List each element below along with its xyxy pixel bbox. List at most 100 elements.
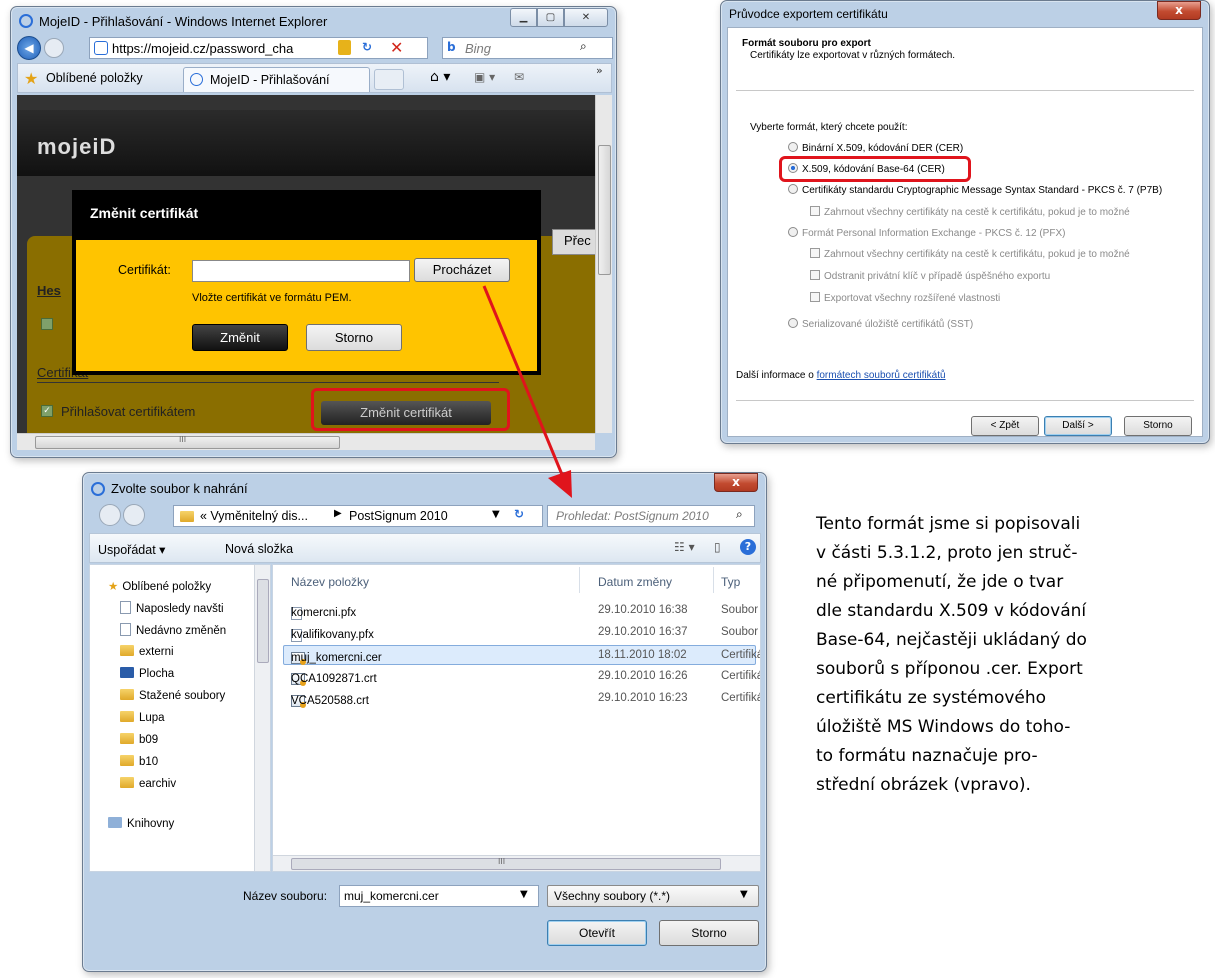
cert-input[interactable] [192, 260, 410, 282]
file-list-hscrollbar[interactable]: III [273, 855, 760, 871]
favorites-button[interactable]: Oblíbené položky [46, 71, 143, 85]
breadcrumb-separator-icon: ▶ [334, 508, 342, 519]
more-info-prefix: Další informace o [736, 370, 817, 381]
filename-input[interactable]: muj_komercni.cer ▼ [339, 885, 539, 907]
col-header-name[interactable]: Název položky [291, 575, 369, 589]
home-icon[interactable]: ⌂ ▾ [430, 69, 450, 85]
nav-scrollbar[interactable] [254, 565, 270, 871]
col-header-type[interactable]: Typ [721, 575, 740, 589]
forward-button[interactable] [44, 38, 64, 58]
new-tab[interactable] [374, 69, 404, 90]
folder-icon [120, 711, 134, 722]
checkbox-icon [810, 270, 820, 280]
more-chevron-icon[interactable]: » [596, 64, 603, 77]
file-date: 18.11.2010 18:02 [598, 649, 687, 661]
nav-item-b10[interactable]: b10 [120, 755, 158, 768]
dialog-toolbar: Uspořádat ▾ Nová složka ☷ ▾ ▯ ? [89, 533, 761, 563]
close-button[interactable]: ✕ [564, 8, 608, 27]
more-info-link[interactable]: formátech souborů certifikátů [817, 370, 946, 381]
organize-button[interactable]: Uspořádat ▾ [98, 542, 165, 557]
hscroll-thumb[interactable] [291, 858, 721, 870]
dialog-back-button[interactable] [99, 504, 121, 526]
breadcrumb-item-current[interactable]: PostSignum 2010 [349, 509, 448, 523]
search-icon[interactable]: ⌕ [580, 39, 587, 54]
nav-item-earchiv[interactable]: earchiv [120, 777, 176, 790]
search-icon[interactable]: ⌕ [736, 507, 743, 522]
back-button[interactable]: < Zpět [971, 416, 1039, 436]
nav-label: Stažené soubory [139, 690, 226, 702]
col-header-date[interactable]: Datum změny [598, 575, 672, 589]
file-type: Certifikát [721, 692, 760, 704]
text-line: Base-64, nejčastěji ukládaný do [816, 630, 1087, 650]
nav-item-desktop[interactable]: Plocha [120, 667, 174, 680]
nav-item-externi[interactable]: externi [120, 645, 174, 658]
address-bar[interactable]: https://mojeid.cz/password_cha ↻ ✕ [89, 37, 428, 59]
checkbox-icon [810, 248, 820, 258]
file-name: komercni.pfx [291, 607, 357, 619]
text-line: souborů s příponou .cer. Export [816, 659, 1083, 679]
back-button[interactable]: ◀ [17, 36, 41, 60]
nav-item-recently-changed[interactable]: Nedávno změněn [120, 623, 226, 637]
export-wizard-window: Průvodce exportem certifikátu x Formát s… [720, 0, 1210, 444]
vertical-scrollbar[interactable] [595, 95, 612, 433]
dialog-forward-button[interactable] [123, 504, 145, 526]
preview-pane-icon[interactable]: ▯ [714, 540, 721, 554]
cert-hint: Vložte certifikát ve formátu PEM. [192, 292, 352, 304]
folder-icon [120, 645, 134, 656]
open-button[interactable]: Otevřít [547, 920, 647, 946]
nav-item-recent[interactable]: Naposledy navšti [120, 601, 224, 615]
view-icon[interactable]: ☷ ▾ [674, 540, 695, 554]
active-tab[interactable]: MojeID - Přihlašování [183, 67, 370, 92]
maximize-button[interactable]: ▢ [537, 8, 564, 27]
mail-icon[interactable]: ✉ [514, 70, 524, 84]
text-line: certifikátu ze systémového [816, 688, 1047, 708]
hscroll-thumb[interactable] [35, 436, 340, 449]
new-folder-button[interactable]: Nová složka [225, 542, 293, 556]
radio-p7b[interactable]: Certifikáty standardu Cryptographic Mess… [788, 184, 1162, 196]
dialog-cancel-button[interactable]: Storno [659, 920, 759, 946]
horizontal-scrollbar[interactable]: III [17, 433, 595, 450]
star-icon: ★ [108, 581, 119, 593]
desktop-icon [120, 667, 134, 678]
nav-item-lupa[interactable]: Lupa [120, 711, 165, 724]
login-cert-checkbox[interactable]: ✓ [41, 405, 53, 417]
file-row[interactable]: kvalifikovany.pfx 29.10.2010 16:37 Soubor … [273, 623, 760, 643]
file-type: Certifikát [721, 670, 760, 682]
file-date: 29.10.2010 16:23 [598, 692, 688, 704]
nav-scroll-thumb[interactable] [257, 579, 269, 663]
text-line: né připomenutí, že jde o tvar [816, 572, 1064, 592]
help-icon[interactable]: ? [740, 539, 756, 555]
text-line: v části 5.3.1.2, proto jen struč- [816, 543, 1078, 563]
wizard-cancel-button[interactable]: Storno [1124, 416, 1192, 436]
browse-button[interactable]: Procházet [414, 258, 510, 282]
chevron-down-icon[interactable]: ▼ [520, 889, 528, 900]
wizard-close-button[interactable]: x [1157, 1, 1201, 20]
refresh-icon[interactable]: ↻ [514, 507, 524, 521]
nav-item-b09[interactable]: b09 [120, 733, 158, 746]
nav-item-libraries[interactable]: Knihovny [108, 817, 174, 830]
breadcrumb-item-removable[interactable]: « Vyměnitelný dis... [200, 509, 308, 523]
search-box[interactable]: b Bing ⌕ [442, 37, 613, 59]
cert-label: Certifikát: [118, 263, 171, 277]
breadcrumb-dropdown-icon[interactable]: ▼ [492, 509, 500, 520]
file-row[interactable]: VCA520588.crt 29.10.2010 16:23 Certifikát [273, 689, 760, 709]
file-row[interactable]: QCA1092871.crt 29.10.2010 16:26 Certifikát [273, 667, 760, 687]
nav-item-favorites[interactable]: ★ Oblíbené položky [108, 579, 211, 593]
breadcrumb[interactable]: « Vyměnitelný dis... ▶ PostSignum 2010 ▼… [173, 505, 543, 527]
next-button[interactable]: Další > [1044, 416, 1112, 436]
stop-icon[interactable]: ✕ [390, 38, 403, 57]
file-type-filter[interactable]: Všechny soubory (*.*) ▼ [547, 885, 759, 907]
scroll-thumb[interactable] [598, 145, 611, 275]
file-row[interactable]: komercni.pfx 29.10.2010 16:38 Soubor PF [273, 601, 760, 621]
nav-item-downloads[interactable]: Stažené soubory [120, 689, 225, 702]
file-row-selected[interactable]: muj_komercni.cer 18.11.2010 18:02 Certifik… [283, 645, 760, 665]
radio-der[interactable]: Binární X.509, kódování DER (CER) [788, 142, 963, 154]
minimize-button[interactable]: ▁ [510, 8, 537, 27]
modal-cancel-button[interactable]: Storno [306, 324, 402, 351]
feeds-icon[interactable]: ▣ ▾ [474, 70, 495, 84]
file-dialog-window: Zvolte soubor k nahrání x « Vyměnitelný … [82, 472, 767, 972]
modal-change-button[interactable]: Změnit [192, 324, 288, 351]
dialog-close-button[interactable]: x [714, 473, 758, 492]
dialog-search-box[interactable]: Prohledat: PostSignum 2010 ⌕ [547, 505, 755, 527]
refresh-icon[interactable]: ↻ [362, 40, 372, 54]
